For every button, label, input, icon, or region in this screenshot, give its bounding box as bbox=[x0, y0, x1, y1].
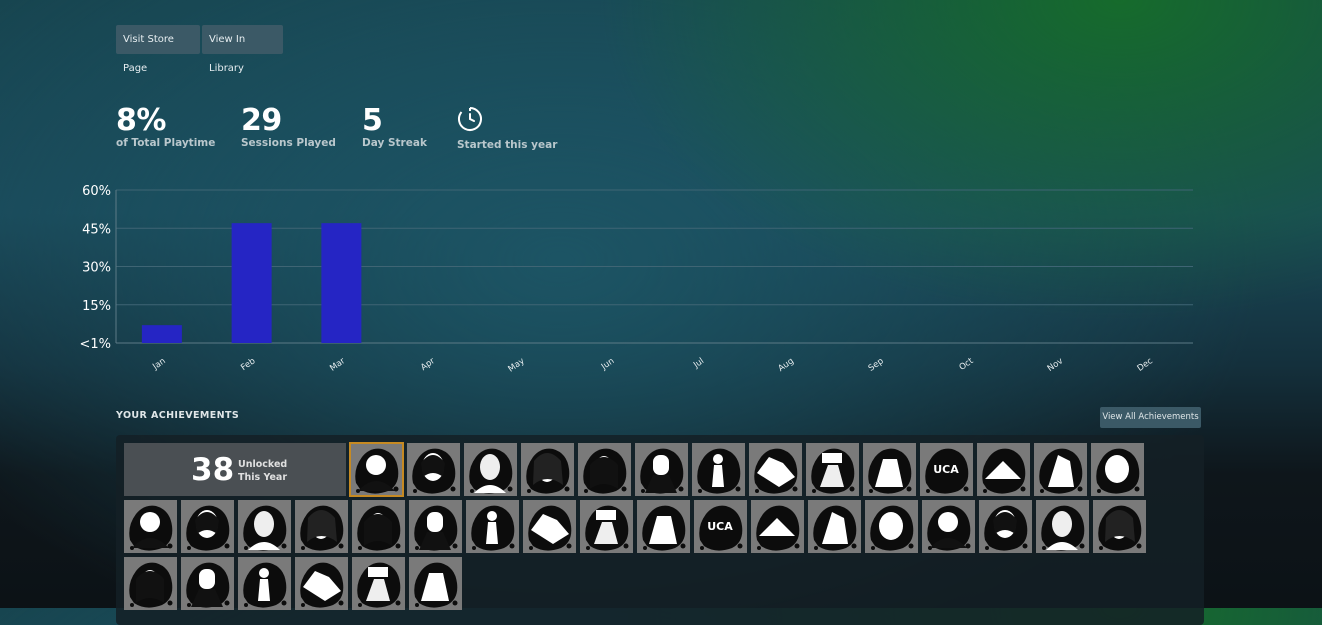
achievement-icon[interactable] bbox=[464, 443, 517, 496]
achievement-icon[interactable] bbox=[578, 443, 631, 496]
achievement-icon[interactable] bbox=[635, 443, 688, 496]
achievement-icon[interactable] bbox=[295, 500, 348, 553]
x-tick-label: Jan bbox=[150, 356, 167, 372]
achievement-icon[interactable] bbox=[580, 500, 633, 553]
unlocked-sublabel: This Year bbox=[238, 472, 288, 483]
playtime-bar-chart: <1% 15% 30% 45% 60% Jan Feb Mar Apr May Jun Jul Aug S… bbox=[79, 184, 1193, 375]
x-tick-label: Nov bbox=[1046, 356, 1065, 374]
achievement-icon[interactable] bbox=[409, 557, 462, 610]
achievement-icon[interactable] bbox=[751, 500, 804, 553]
achievement-icon[interactable] bbox=[922, 500, 975, 553]
achievement-icon[interactable] bbox=[407, 443, 460, 496]
achievement-icon[interactable] bbox=[466, 500, 519, 553]
x-tick-label: May bbox=[506, 356, 526, 374]
x-tick-label: Aug bbox=[777, 356, 796, 374]
achievement-icon[interactable] bbox=[979, 500, 1032, 553]
achievement-icon[interactable] bbox=[295, 557, 348, 610]
y-tick-label: 30% bbox=[82, 261, 111, 276]
chart-bar-feb bbox=[231, 223, 272, 343]
unlocked-summary bbox=[124, 443, 346, 496]
y-tick-label: 15% bbox=[82, 299, 111, 314]
achievement-icon[interactable] bbox=[349, 442, 404, 497]
achievement-icon[interactable] bbox=[124, 557, 177, 610]
achievement-icon[interactable] bbox=[352, 500, 405, 553]
achievement-icon[interactable] bbox=[806, 443, 859, 496]
achievement-icon[interactable] bbox=[1034, 443, 1087, 496]
achievement-icon[interactable] bbox=[238, 500, 291, 553]
achievement-icon[interactable] bbox=[523, 500, 576, 553]
achievement-icon[interactable] bbox=[181, 500, 234, 553]
x-tick-label: Sep bbox=[867, 356, 886, 373]
achievement-icon[interactable] bbox=[863, 443, 916, 496]
svg-text:UCA: UCA bbox=[707, 520, 733, 533]
svg-text:UCA: UCA bbox=[933, 463, 959, 476]
view-all-achievements-button[interactable]: View All Achievements bbox=[1100, 407, 1201, 428]
achievement-icon[interactable] bbox=[1036, 500, 1089, 553]
x-tick-label: Jun bbox=[599, 356, 616, 372]
x-tick-label: Feb bbox=[239, 356, 257, 373]
x-tick-label: Jul bbox=[691, 356, 706, 371]
achievement-icon[interactable] bbox=[181, 557, 234, 610]
achievement-icon[interactable] bbox=[637, 500, 690, 553]
unlocked-count: 38 bbox=[191, 452, 235, 488]
achievement-icon[interactable]: UCA bbox=[920, 443, 973, 496]
x-tick-label: Oct bbox=[958, 356, 976, 373]
chart-bar-mar bbox=[321, 223, 362, 343]
achievement-icon[interactable] bbox=[409, 500, 462, 553]
x-tick-label: Dec bbox=[1136, 356, 1155, 374]
achievement-icon[interactable] bbox=[808, 500, 861, 553]
achievement-icon[interactable] bbox=[977, 443, 1030, 496]
achievement-icon[interactable]: UCA bbox=[694, 500, 747, 553]
x-tick-label: Apr bbox=[419, 356, 437, 373]
achievement-icon[interactable] bbox=[692, 443, 745, 496]
y-tick-label: 60% bbox=[82, 184, 111, 199]
achievements-title: YOUR ACHIEVEMENTS bbox=[116, 410, 240, 421]
achievement-icon[interactable] bbox=[124, 500, 177, 553]
x-tick-label: Mar bbox=[328, 356, 347, 374]
y-tick-label: <1% bbox=[79, 337, 111, 352]
y-tick-label: 45% bbox=[82, 222, 111, 237]
achievement-icon[interactable] bbox=[352, 557, 405, 610]
achievement-icon[interactable] bbox=[238, 557, 291, 610]
chart-bar-jan bbox=[141, 325, 182, 343]
achievement-icon[interactable] bbox=[749, 443, 802, 496]
achievement-icon[interactable] bbox=[1091, 443, 1144, 496]
achievement-icon[interactable] bbox=[865, 500, 918, 553]
achievement-icon[interactable] bbox=[521, 443, 574, 496]
unlocked-label: Unlocked bbox=[238, 459, 288, 470]
achievement-icon[interactable] bbox=[1093, 500, 1146, 553]
